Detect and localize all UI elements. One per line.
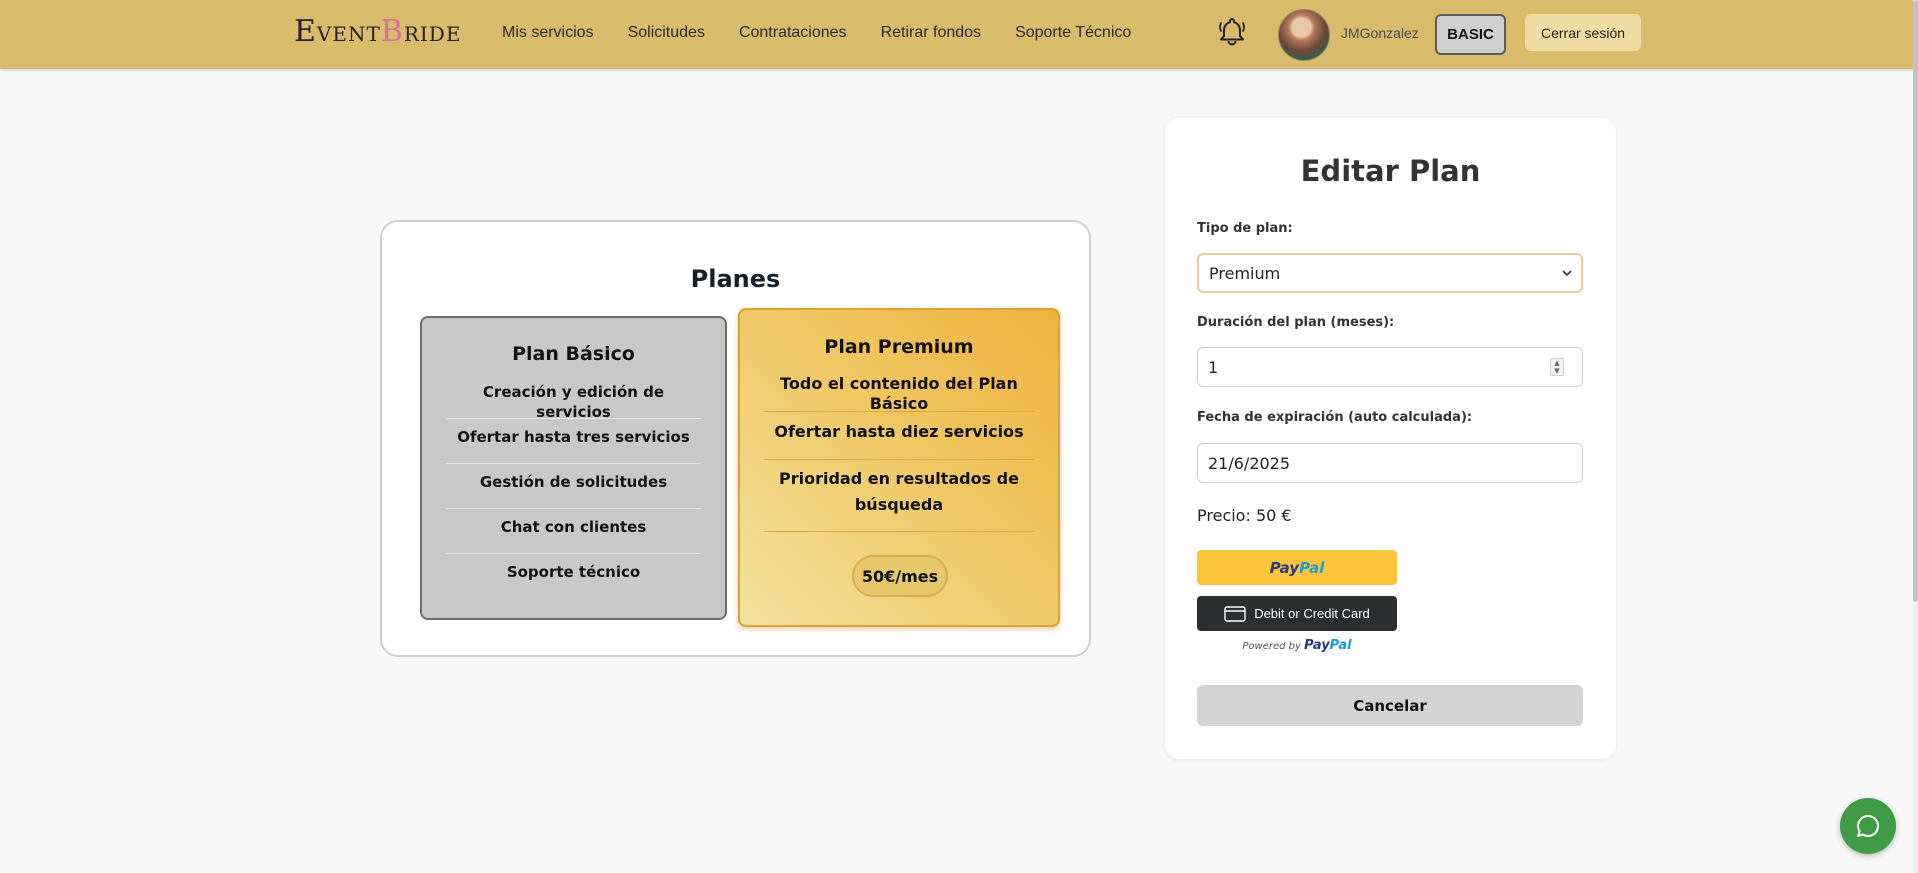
- username[interactable]: JMGonzalez: [1341, 25, 1419, 41]
- cancel-button[interactable]: Cancelar: [1197, 685, 1583, 726]
- plans-card: Planes Plan Básico Creación y edición de…: [380, 220, 1091, 657]
- feature-item: Todo el contenido del Plan Básico: [764, 364, 1034, 413]
- avatar[interactable]: [1278, 9, 1330, 61]
- number-stepper[interactable]: ▲ ▼: [1550, 358, 1564, 376]
- feature-item: Chat con clientes: [446, 509, 701, 554]
- feature-item: Ofertar hasta tres servicios: [446, 419, 701, 464]
- powered-by-paypal: Powered by PayPal: [1242, 638, 1352, 653]
- expiry-field[interactable]: 21/6/2025: [1197, 443, 1583, 483]
- nav-retirar-fondos[interactable]: Retirar fondos: [881, 24, 982, 42]
- plan-premium-name: Plan Premium: [824, 336, 974, 358]
- main-nav: Mis servicios Solicitudes Contrataciones…: [502, 24, 1165, 42]
- duration-value: 1: [1208, 357, 1219, 377]
- plan-basic-name: Plan Básico: [512, 343, 635, 365]
- expiry-label: Fecha de expiración (auto calculada):: [1197, 410, 1473, 425]
- price-text: Precio: 50 €: [1197, 506, 1292, 525]
- plans-title: Planes: [690, 265, 781, 293]
- eventbride-logo[interactable]: EVENTBRIDE: [294, 14, 461, 49]
- duration-input[interactable]: 1 ▲ ▼: [1197, 347, 1583, 387]
- premium-price-badge: 50€/mes: [852, 555, 948, 597]
- card-button-label: Debit or Credit Card: [1254, 606, 1370, 621]
- chevron-down-icon: [1562, 270, 1572, 277]
- credit-card-icon: [1224, 605, 1246, 622]
- top-navbar: EVENTBRIDE Mis servicios Solicitudes Con…: [0, 0, 1918, 69]
- duration-label: Duración del plan (meses):: [1197, 315, 1395, 330]
- expiry-value: 21/6/2025: [1208, 453, 1291, 473]
- bell-icon[interactable]: [1216, 15, 1248, 47]
- chat-button[interactable]: [1840, 798, 1896, 854]
- nav-contrataciones[interactable]: Contrataciones: [739, 24, 847, 42]
- logout-button[interactable]: Cerrar sesión: [1525, 14, 1641, 51]
- paypal-button[interactable]: Pay Pal: [1197, 550, 1397, 585]
- plan-premium-card: Plan Premium Todo el contenido del Plan …: [738, 308, 1060, 627]
- feature-item: Gestión de solicitudes: [446, 464, 701, 509]
- feature-item: Ofertar hasta diez servicios: [764, 412, 1034, 460]
- scrollbar-thumb[interactable]: [1913, 0, 1918, 602]
- debit-credit-card-button[interactable]: Debit or Credit Card: [1197, 596, 1397, 631]
- plan-badge[interactable]: BASIC: [1435, 14, 1506, 55]
- plan-premium-features: Todo el contenido del Plan Básico Oferta…: [764, 364, 1034, 532]
- plan-type-value: Premium: [1209, 263, 1281, 283]
- plan-basic-features: Creación y edición de servicios Ofertar …: [446, 374, 701, 599]
- edit-plan-title: Editar Plan: [1300, 154, 1481, 188]
- plan-type-label: Tipo de plan:: [1197, 221, 1293, 236]
- nav-mis-servicios[interactable]: Mis servicios: [502, 24, 594, 42]
- plan-basic-card: Plan Básico Creación y edición de servic…: [420, 316, 727, 620]
- feature-item: Prioridad en resultados de búsqueda: [764, 460, 1034, 532]
- feature-item: Creación y edición de servicios: [446, 374, 701, 421]
- feature-item: Soporte técnico: [506, 563, 641, 581]
- nav-solicitudes[interactable]: Solicitudes: [628, 24, 705, 42]
- nav-soporte-tecnico[interactable]: Soporte Técnico: [1015, 24, 1131, 42]
- plan-type-select[interactable]: Premium: [1197, 253, 1583, 293]
- chat-bubble-icon: [1857, 814, 1880, 837]
- edit-plan-card: Editar Plan Tipo de plan: Premium Duraci…: [1165, 118, 1616, 759]
